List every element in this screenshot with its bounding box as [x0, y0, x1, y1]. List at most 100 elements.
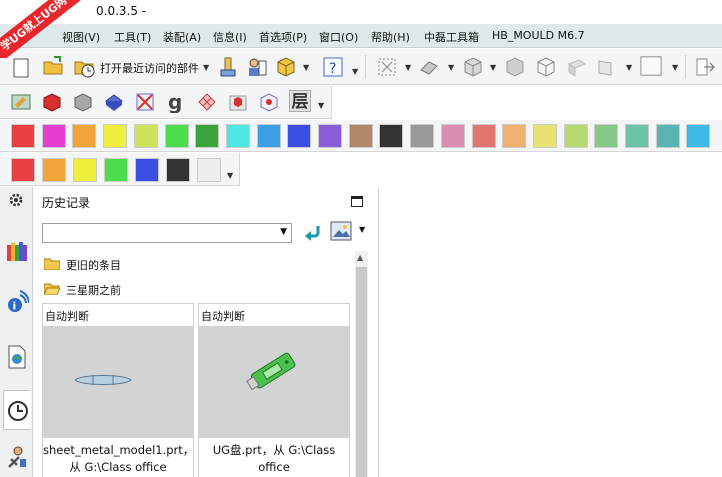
color-swatch[interactable]	[379, 124, 404, 148]
color-swatch[interactable]	[195, 124, 220, 148]
color-swatch[interactable]	[225, 124, 250, 148]
cross-select-icon[interactable]	[134, 91, 156, 113]
background-icon[interactable]	[640, 55, 662, 77]
title-bar: 0.0.3.5 -	[0, 0, 722, 24]
new-file-icon[interactable]	[10, 57, 32, 79]
history-card-ug-disk[interactable]: 自动判断 UG盘.prt，从 G:\Class office	[198, 303, 350, 477]
scrollbar-thumb[interactable]	[356, 267, 367, 477]
history-scrollbar[interactable]: ▲	[355, 251, 368, 477]
recent-parts-label[interactable]: 打开最近访问的部件	[100, 60, 199, 76]
grey-block-icon[interactable]	[72, 91, 94, 113]
history-filter-combo[interactable]: ▼	[42, 223, 292, 243]
part-thumbnail	[199, 326, 349, 438]
color-swatch[interactable]	[440, 124, 465, 148]
wire-cube-select-icon[interactable]	[258, 91, 280, 113]
color-swatch[interactable]	[594, 124, 619, 148]
quick-color-swatch[interactable]	[11, 158, 35, 182]
menu-assembly[interactable]: 装配(A)	[163, 29, 201, 45]
blue-block-icon[interactable]	[103, 91, 125, 113]
wireframe-cube-icon[interactable]	[535, 56, 557, 78]
library-books-icon	[7, 242, 27, 261]
quick-color-swatch[interactable]	[73, 158, 97, 182]
wizard-tool-icon[interactable]	[217, 56, 239, 78]
color-swatch[interactable]	[318, 124, 342, 148]
part-navigator-dropdown-icon[interactable]: ▼	[303, 63, 309, 72]
resource-info-tab[interactable]: i	[3, 283, 31, 323]
history-group-three-weeks[interactable]: 三星期之前	[40, 278, 350, 300]
plane-view-dropdown-icon[interactable]: ▼	[626, 63, 632, 72]
menu-help[interactable]: 帮助(H)	[371, 29, 410, 45]
solid-cube-icon[interactable]	[504, 56, 526, 78]
export-icon[interactable]	[694, 56, 716, 78]
color-swatch[interactable]	[133, 124, 158, 148]
red-block-icon[interactable]	[41, 91, 63, 113]
face-view-icon[interactable]	[566, 56, 588, 78]
color-swatch[interactable]	[41, 124, 66, 148]
color-swatch[interactable]	[410, 124, 435, 148]
layer-dropdown-icon[interactable]: ▼	[318, 101, 324, 110]
history-group-older[interactable]: 更旧的条目	[40, 253, 350, 275]
color-swatch[interactable]	[164, 124, 189, 148]
plane-view-icon[interactable]	[596, 56, 618, 78]
resource-web-browser-tab[interactable]	[3, 337, 31, 377]
shaded-dropdown-icon[interactable]: ▼	[490, 63, 496, 72]
quick-color-swatch[interactable]	[135, 158, 159, 182]
maximize-panel-icon[interactable]	[351, 196, 363, 207]
recent-parts-icon[interactable]	[73, 56, 95, 78]
color-swatch[interactable]	[563, 124, 588, 148]
color-swatch[interactable]	[256, 124, 281, 148]
color-swatch[interactable]	[532, 124, 557, 148]
quick-color-dropdown-icon[interactable]: ▼	[227, 171, 233, 180]
fit-view-dropdown-icon[interactable]: ▼	[405, 63, 411, 72]
color-swatch[interactable]	[287, 124, 312, 148]
menu-zhonglei-toolbox[interactable]: 中磊工具箱	[424, 29, 479, 45]
thumbnail-view-dropdown-icon[interactable]: ▼	[359, 225, 365, 234]
quick-color-swatch[interactable]	[166, 158, 190, 182]
history-panel-title: 历史记录	[42, 196, 91, 210]
scroll-up-icon[interactable]: ▲	[357, 253, 363, 262]
quick-color-swatch[interactable]	[42, 158, 66, 182]
graphics-window[interactable]	[380, 187, 722, 477]
quick-color-swatch[interactable]	[104, 158, 128, 182]
red-cube-select-icon[interactable]	[227, 91, 249, 113]
background-dropdown-icon[interactable]: ▼	[672, 63, 678, 72]
rotate-view-icon[interactable]	[418, 56, 440, 78]
window-title: 0.0.3.5 -	[96, 4, 147, 18]
resource-roles-tab[interactable]	[3, 437, 31, 477]
g-symbol-icon[interactable]: g	[165, 91, 187, 113]
history-card-sheet-metal[interactable]: 自动判断 sheet_metal_model1.prt， 从 G:\Class …	[42, 303, 194, 477]
recent-parts-dropdown-icon[interactable]: ▼	[203, 63, 209, 72]
menu-tools[interactable]: 工具(T)	[114, 29, 151, 45]
help-dropdown-icon[interactable]: ▼	[352, 67, 358, 76]
color-swatch[interactable]	[72, 124, 97, 148]
shaded-cube-icon[interactable]	[462, 56, 484, 78]
open-folder-icon	[44, 283, 60, 295]
resource-history-tab[interactable]	[3, 390, 31, 430]
layer-button[interactable]: 层	[289, 90, 311, 112]
menu-preferences[interactable]: 首选项(P)	[259, 29, 307, 45]
menu-window[interactable]: 窗口(O)	[319, 29, 358, 45]
quick-color-swatch[interactable]	[197, 158, 221, 182]
back-arrow-icon[interactable]	[302, 222, 322, 242]
color-swatch[interactable]	[471, 124, 496, 148]
thumbnail-view-icon[interactable]	[330, 221, 352, 241]
menu-hb-mould[interactable]: HB_MOULD M6.7	[492, 29, 585, 42]
menu-info[interactable]: 信息(I)	[213, 29, 247, 45]
color-swatch[interactable]	[348, 124, 373, 148]
color-swatch[interactable]	[686, 124, 711, 148]
color-swatch[interactable]	[625, 124, 649, 148]
edit-object-display-icon[interactable]	[10, 91, 32, 113]
open-folder-icon[interactable]	[42, 55, 64, 77]
color-swatch[interactable]	[11, 124, 35, 148]
resource-settings-tab[interactable]	[3, 187, 31, 227]
color-swatch[interactable]	[103, 124, 128, 148]
resource-reuse-library-tab[interactable]	[3, 231, 31, 271]
mesh-icon[interactable]	[196, 91, 218, 113]
color-swatch[interactable]	[655, 124, 680, 148]
part-navigator-icon[interactable]	[275, 56, 297, 78]
color-swatch[interactable]	[502, 124, 527, 148]
user-roles-icon[interactable]	[246, 56, 268, 78]
fit-view-icon[interactable]	[376, 56, 398, 78]
help-icon[interactable]: ?	[322, 56, 344, 78]
rotate-view-dropdown-icon[interactable]: ▼	[448, 63, 454, 72]
